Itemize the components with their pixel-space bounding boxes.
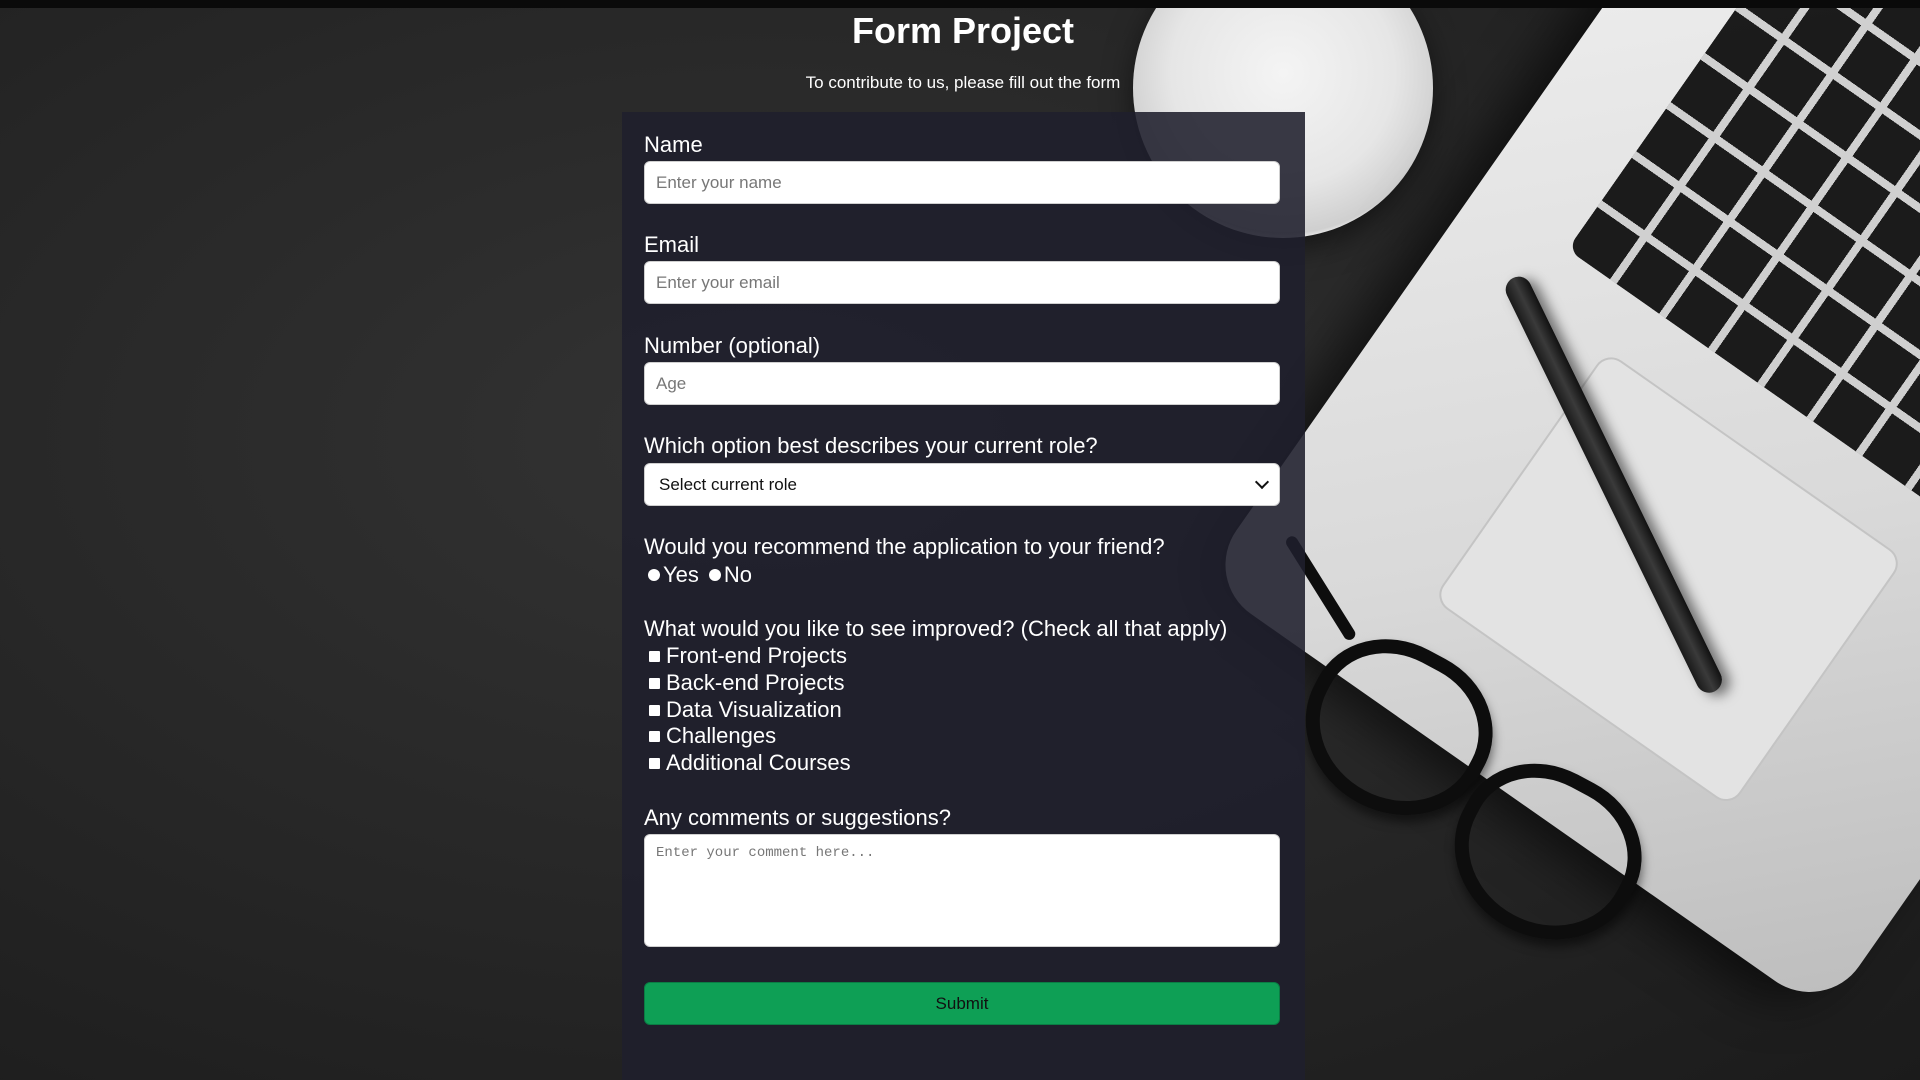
checkbox[interactable] <box>649 704 660 716</box>
checkbox[interactable] <box>649 677 660 689</box>
name-label: Name <box>644 132 703 157</box>
checkbox-item[interactable]: Back-end Projects <box>649 670 845 696</box>
radio-no[interactable] <box>708 569 721 581</box>
checkbox-label: Challenges <box>666 723 777 748</box>
email-input[interactable] <box>644 261 1280 304</box>
radio-no-label: No <box>723 562 753 587</box>
role-label: Which option best describes your current… <box>644 433 1098 458</box>
email-label: Email <box>644 232 700 257</box>
number-label: Number (optional) <box>644 333 821 358</box>
recommend-label: Would you recommend the application to y… <box>644 534 1165 559</box>
top-bar <box>0 0 1920 8</box>
checkbox-label: Front-end Projects <box>666 643 847 668</box>
survey-form: Name Email Number (optional) Which optio… <box>622 112 1305 1080</box>
comments-label: Any comments or suggestions? <box>644 805 951 830</box>
name-input[interactable] <box>644 161 1280 204</box>
checkbox[interactable] <box>649 730 660 742</box>
checkbox[interactable] <box>649 650 660 662</box>
checkbox-label: Back-end Projects <box>666 670 845 695</box>
checkbox-item[interactable]: Additional Courses <box>649 750 851 776</box>
radio-yes[interactable] <box>648 569 660 581</box>
checkbox-item[interactable]: Challenges <box>649 723 776 749</box>
checkbox-item[interactable]: Front-end Projects <box>649 643 847 669</box>
radio-yes-label: Yes <box>663 562 699 587</box>
page-title: Form Project <box>851 10 1075 51</box>
page-subtitle: To contribute to us, please fill out the… <box>805 73 1121 92</box>
submit-button[interactable]: Submit <box>644 982 1280 1025</box>
role-select-value: Select current role <box>659 474 797 494</box>
checkbox[interactable] <box>649 757 660 769</box>
age-input[interactable] <box>644 362 1280 405</box>
comments-textarea[interactable] <box>644 834 1280 947</box>
checkbox-label: Data Visualization <box>666 697 842 722</box>
chevron-down-icon <box>1254 474 1270 490</box>
role-select[interactable]: Select current role <box>644 463 1280 506</box>
checkbox-label: Additional Courses <box>666 750 851 775</box>
checkbox-item[interactable]: Data Visualization <box>649 697 842 723</box>
improve-label: What would you like to see improved? (Ch… <box>644 616 1228 641</box>
recommend-radio-group: Yes No <box>648 562 752 588</box>
